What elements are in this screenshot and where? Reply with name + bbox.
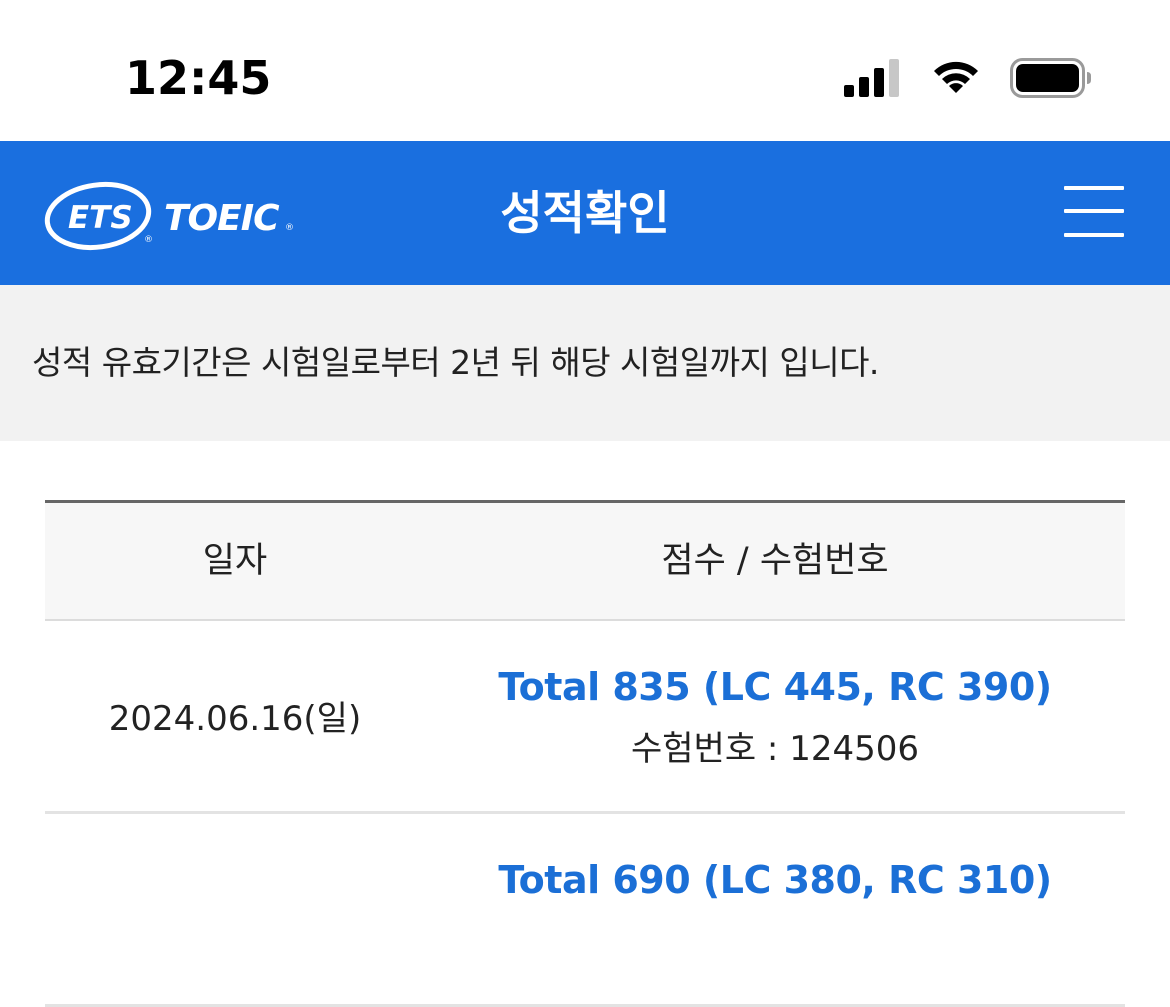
validity-notice: 성적 유효기간은 시험일로부터 2년 뒤 해당 시험일까지 입니다. [0,285,1170,441]
exam-number: 수험번호 : 124506 [631,729,919,769]
header-date: 일자 [202,541,268,581]
svg-text:®: ® [285,223,294,233]
menu-button[interactable] [1060,184,1128,242]
status-icons [844,56,1092,100]
score-link[interactable]: Total 835 (LC 445, RC 390) [425,657,1125,717]
table-header: 일자 점수 / 수험번호 [45,500,1125,621]
score-table: 일자 점수 / 수험번호 2024.06.16(일) Total 835 (LC… [45,500,1125,1007]
app-header: ETS ® TOEIC ® 성적확인 [0,141,1170,285]
status-bar: 12:45 [0,0,1170,141]
svg-text:ETS: ETS [68,200,133,236]
signal-icon [844,59,899,97]
status-time: 12:45 [125,51,272,105]
notice-text: 성적 유효기간은 시험일로부터 2년 뒤 해당 시험일까지 입니다. [32,343,879,382]
exam-date: 2024.06.16(일) [108,699,362,739]
hamburger-menu-icon[interactable] [1060,184,1128,242]
svg-text:®: ® [144,235,153,245]
score-link[interactable]: Total 690 (LC 380, RC 310) [425,850,1125,910]
score-cell: Total 835 (LC 445, RC 390) 수험번호 : 124506 [425,657,1125,781]
table-row[interactable]: Total 690 (LC 380, RC 310) [45,814,1125,1007]
wifi-icon [934,61,978,93]
ets-toeic-logo[interactable]: ETS ® TOEIC ® [44,178,304,252]
svg-text:TOEIC: TOEIC [164,198,280,239]
table-row[interactable]: 2024.06.16(일) Total 835 (LC 445, RC 390)… [45,621,1125,814]
header-score: 점수 / 수험번호 [661,541,889,581]
exam-date [45,814,425,1004]
battery-icon [1010,58,1091,98]
score-cell: Total 690 (LC 380, RC 310) [425,850,1125,910]
